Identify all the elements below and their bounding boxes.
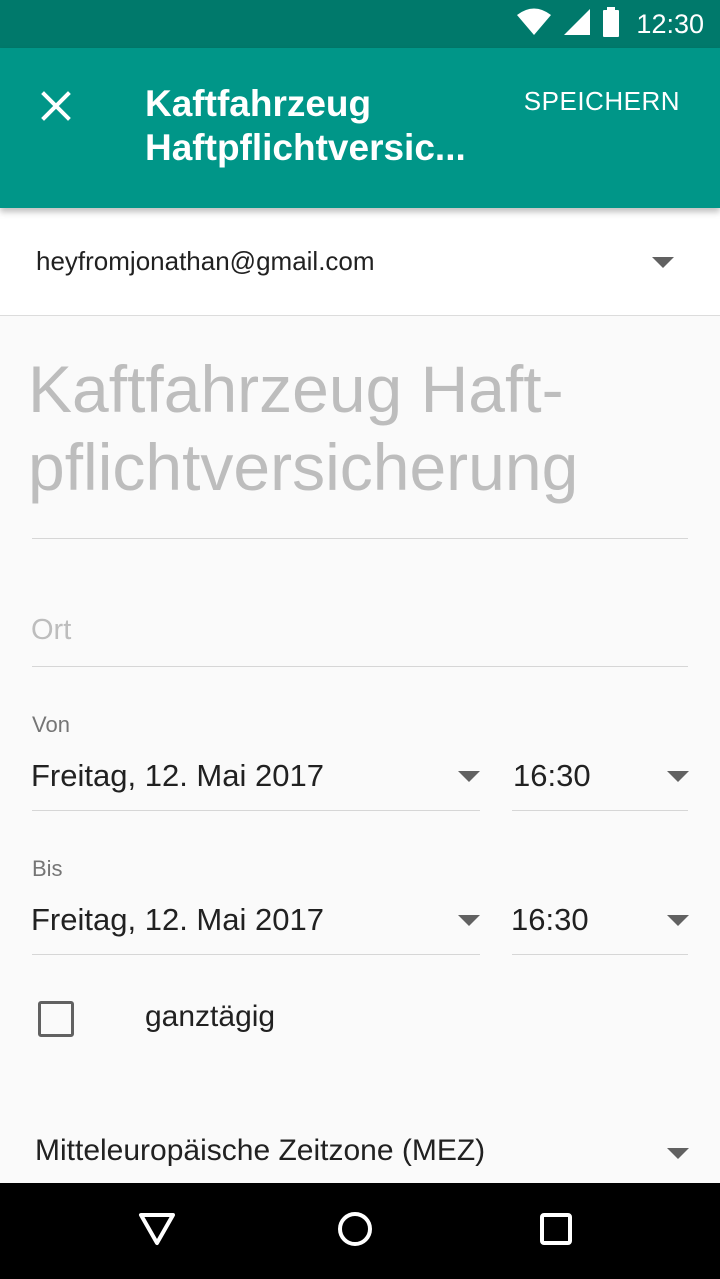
cell-signal-icon <box>562 8 592 41</box>
to-date-underline <box>32 954 480 955</box>
battery-icon <box>602 6 620 42</box>
all-day-checkbox[interactable] <box>38 1001 74 1037</box>
location-underline <box>32 666 688 667</box>
to-label: Bis <box>32 856 63 881</box>
home-icon <box>335 1209 375 1254</box>
back-icon <box>137 1211 177 1252</box>
home-button[interactable] <box>315 1183 395 1279</box>
page-title: Kaftfahrzeug Haftpflichtversic... <box>145 82 505 170</box>
from-label: Von <box>32 712 70 737</box>
event-title-line-2: pflichtversicherung <box>28 430 579 504</box>
wifi-icon <box>516 8 552 41</box>
save-button[interactable]: SPEICHERN <box>524 86 680 117</box>
recents-button[interactable] <box>516 1183 596 1279</box>
app-bar: Kaftfahrzeug Haftpflichtversic... SPEICH… <box>0 48 720 208</box>
from-date-underline <box>32 810 480 811</box>
location-input[interactable]: Ort <box>31 614 71 647</box>
chevron-down-icon <box>458 771 480 782</box>
close-icon <box>41 90 71 126</box>
title-underline <box>32 538 688 539</box>
to-time: 16:30 <box>511 902 589 937</box>
status-time: 12:30 <box>636 8 704 39</box>
navigation-bar <box>0 1183 720 1279</box>
chevron-down-icon <box>652 257 674 268</box>
to-time-underline <box>512 954 688 955</box>
event-title-line-1: Kaftfahrzeug Haft- <box>28 352 564 426</box>
chevron-down-icon <box>667 915 689 926</box>
status-icons: 12:30 <box>516 0 704 48</box>
account-selector[interactable]: heyfromjonathan@gmail.com <box>0 208 720 316</box>
all-day-label: ganztägig <box>145 1000 276 1033</box>
account-email: heyfromjonathan@gmail.com <box>36 246 375 276</box>
from-time: 16:30 <box>513 758 591 793</box>
status-bar: 12:30 <box>0 0 720 48</box>
timezone-value: Mitteleuropäische Zeitzone (MEZ) <box>35 1134 486 1167</box>
to-date: Freitag, 12. Mai 2017 <box>31 902 324 937</box>
chevron-down-icon <box>667 1148 689 1159</box>
event-title-input[interactable]: Kaftfahrzeug Haft- pflichtversicherung <box>28 350 688 506</box>
page-title-line-1: Kaftfahrzeug <box>145 83 372 124</box>
page-title-line-2: Haftpflichtversic... <box>145 127 466 168</box>
recents-icon <box>538 1211 574 1252</box>
back-button[interactable] <box>117 1183 197 1279</box>
from-time-underline <box>512 810 688 811</box>
chevron-down-icon <box>458 915 480 926</box>
close-button[interactable] <box>28 80 84 136</box>
from-date: Freitag, 12. Mai 2017 <box>31 758 324 793</box>
chevron-down-icon <box>667 771 689 782</box>
